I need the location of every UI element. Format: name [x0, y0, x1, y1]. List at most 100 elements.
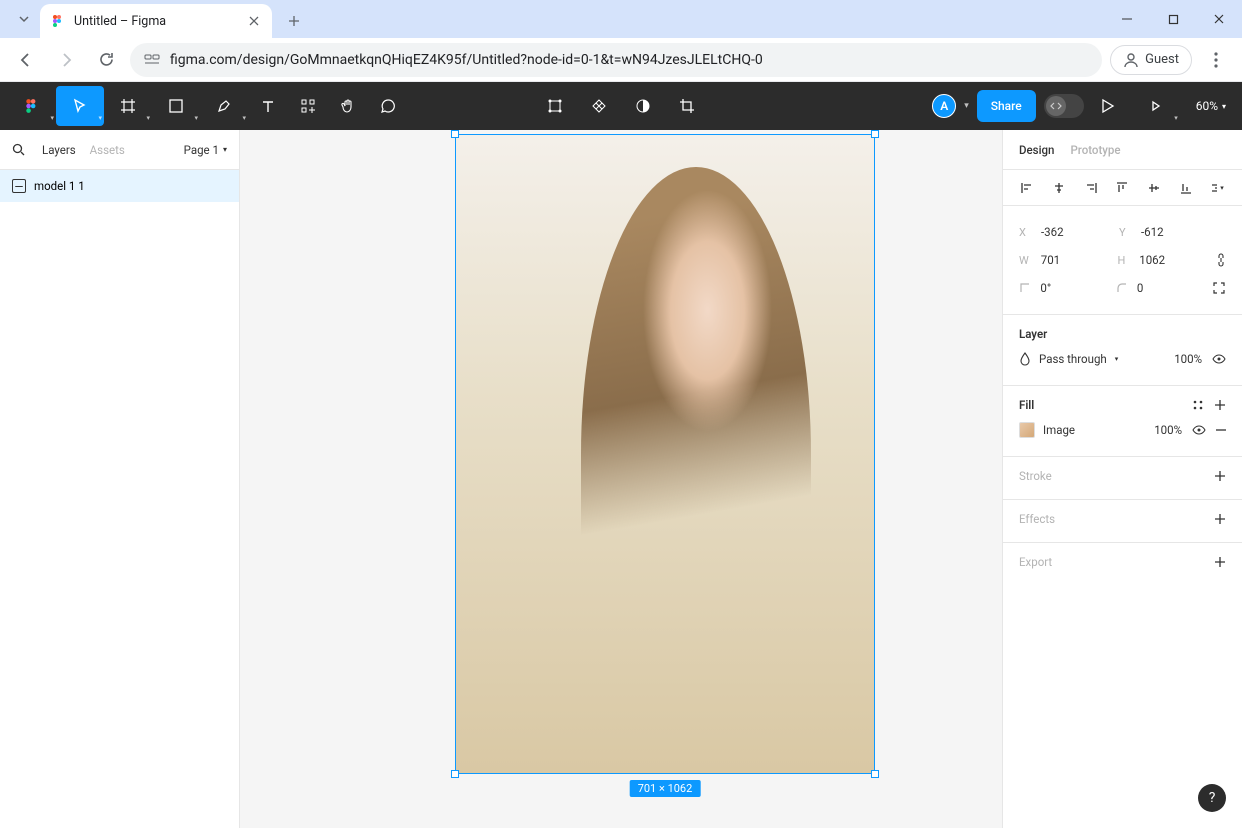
- layer-item[interactable]: model 1 1: [0, 170, 239, 202]
- pen-tool[interactable]: ▾: [200, 86, 248, 126]
- mask-tool[interactable]: [623, 86, 663, 126]
- align-vcenter-icon[interactable]: [1146, 180, 1162, 196]
- dev-mode-toggle[interactable]: [1044, 94, 1084, 118]
- rotation-icon: [1019, 282, 1032, 294]
- x-input[interactable]: -362: [1041, 225, 1111, 239]
- design-tab[interactable]: Design: [1019, 143, 1054, 157]
- url-input[interactable]: figma.com/design/GoMmnaetkqnQHiqEZ4K95f/…: [130, 43, 1102, 77]
- help-button[interactable]: ?: [1198, 784, 1226, 812]
- fill-type[interactable]: Image: [1043, 423, 1075, 437]
- move-tool[interactable]: ▾: [56, 86, 104, 126]
- prototype-view-button[interactable]: ▾: [1132, 86, 1180, 126]
- share-button[interactable]: Share: [977, 90, 1036, 122]
- add-export-icon[interactable]: [1214, 556, 1226, 568]
- align-hcenter-icon[interactable]: [1051, 180, 1067, 196]
- hand-tool[interactable]: [328, 86, 368, 126]
- right-panel-tabs: Design Prototype: [1003, 130, 1242, 170]
- forward-button[interactable]: [50, 44, 82, 76]
- x-label: X: [1019, 226, 1033, 239]
- right-panel: Design Prototype ▾ X -362 Y -612: [1002, 130, 1242, 828]
- image-layer-icon: [12, 179, 26, 193]
- fill-swatch[interactable]: [1019, 422, 1035, 438]
- blend-mode-icon[interactable]: [1019, 352, 1031, 366]
- tab-title: Untitled – Figma: [74, 14, 238, 29]
- align-bottom-icon[interactable]: [1178, 180, 1194, 196]
- close-tab-icon[interactable]: [246, 13, 262, 29]
- back-button[interactable]: [10, 44, 42, 76]
- add-fill-icon[interactable]: [1214, 399, 1226, 411]
- selected-image[interactable]: [456, 135, 874, 773]
- present-button[interactable]: [1092, 86, 1124, 126]
- crop-tool[interactable]: [667, 86, 707, 126]
- fill-section: Fill Image 100%: [1003, 386, 1242, 457]
- create-component-tool[interactable]: [579, 86, 619, 126]
- add-stroke-icon[interactable]: [1214, 470, 1226, 482]
- visibility-icon[interactable]: [1212, 354, 1226, 364]
- export-section-title: Export: [1019, 555, 1052, 569]
- style-icon[interactable]: [1192, 399, 1204, 411]
- effects-section-title: Effects: [1019, 512, 1055, 526]
- layer-section: Layer Pass through ▾ 100%: [1003, 315, 1242, 386]
- tab-search-icon[interactable]: [10, 5, 38, 33]
- resize-handle-tr[interactable]: [871, 130, 879, 138]
- new-tab-button[interactable]: [280, 7, 308, 35]
- guest-profile-chip[interactable]: Guest: [1110, 45, 1192, 75]
- h-input[interactable]: 1062: [1139, 253, 1208, 267]
- close-window-button[interactable]: [1196, 0, 1242, 38]
- visibility-icon[interactable]: [1192, 425, 1206, 435]
- align-left-icon[interactable]: [1019, 180, 1035, 196]
- chevron-down-icon[interactable]: ▾: [964, 101, 969, 111]
- search-icon[interactable]: [12, 143, 28, 156]
- layer-section-title: Layer: [1019, 327, 1226, 341]
- distribute-icon[interactable]: ▾: [1210, 180, 1226, 196]
- person-icon: [1123, 52, 1139, 68]
- main-menu-button[interactable]: ▾: [8, 86, 56, 126]
- figma-app: ▾ ▾ ▾ ▾ ▾: [0, 82, 1242, 828]
- align-top-icon[interactable]: [1114, 180, 1130, 196]
- frame-tool[interactable]: ▾: [104, 86, 152, 126]
- independent-corners-icon[interactable]: [1212, 281, 1226, 295]
- resize-handle-bl[interactable]: [451, 770, 459, 778]
- maximize-button[interactable]: [1150, 0, 1196, 38]
- site-settings-icon[interactable]: [144, 52, 160, 68]
- w-input[interactable]: 701: [1041, 253, 1110, 267]
- layers-tab[interactable]: Layers: [42, 143, 76, 157]
- canvas[interactable]: 701 × 1062: [240, 130, 1002, 828]
- add-effect-icon[interactable]: [1214, 513, 1226, 525]
- zoom-control[interactable]: 60%▾: [1188, 99, 1234, 113]
- browser-menu-button[interactable]: [1200, 52, 1232, 68]
- toolbar-right: A ▾ Share ▾ 60%▾: [932, 86, 1234, 126]
- prototype-tab[interactable]: Prototype: [1070, 143, 1120, 157]
- w-label: W: [1019, 254, 1033, 267]
- resize-handle-br[interactable]: [871, 770, 879, 778]
- edit-object-tool[interactable]: [535, 86, 575, 126]
- fill-opacity-input[interactable]: 100%: [1154, 423, 1182, 437]
- minimize-button[interactable]: [1104, 0, 1150, 38]
- reload-button[interactable]: [90, 44, 122, 76]
- rotation-input[interactable]: 0°: [1040, 281, 1107, 295]
- constrain-proportions-icon[interactable]: [1216, 253, 1226, 267]
- toolbar-center: [535, 86, 707, 126]
- resize-handle-tl[interactable]: [451, 130, 459, 138]
- shape-tool[interactable]: ▾: [152, 86, 200, 126]
- resources-tool[interactable]: [288, 86, 328, 126]
- h-label: H: [1118, 254, 1132, 267]
- left-panel-header: Layers Assets Page 1▾: [0, 130, 239, 170]
- radius-input[interactable]: 0: [1137, 281, 1204, 295]
- figma-favicon-icon: [50, 13, 66, 29]
- address-bar: figma.com/design/GoMmnaetkqnQHiqEZ4K95f/…: [0, 38, 1242, 82]
- align-right-icon[interactable]: [1083, 180, 1099, 196]
- blend-mode-select[interactable]: Pass through: [1039, 352, 1107, 366]
- layer-opacity-input[interactable]: 100%: [1174, 352, 1202, 366]
- selection-frame[interactable]: 701 × 1062: [455, 134, 875, 774]
- browser-tab[interactable]: Untitled – Figma: [40, 4, 272, 38]
- assets-tab[interactable]: Assets: [90, 143, 125, 157]
- remove-fill-icon[interactable]: [1216, 429, 1226, 431]
- user-avatar[interactable]: A: [932, 94, 956, 118]
- text-tool[interactable]: [248, 86, 288, 126]
- y-input[interactable]: -612: [1141, 225, 1211, 239]
- radius-icon: [1116, 282, 1129, 294]
- page-selector[interactable]: Page 1▾: [184, 143, 227, 157]
- alignment-controls: ▾: [1003, 170, 1242, 206]
- comment-tool[interactable]: [368, 86, 408, 126]
